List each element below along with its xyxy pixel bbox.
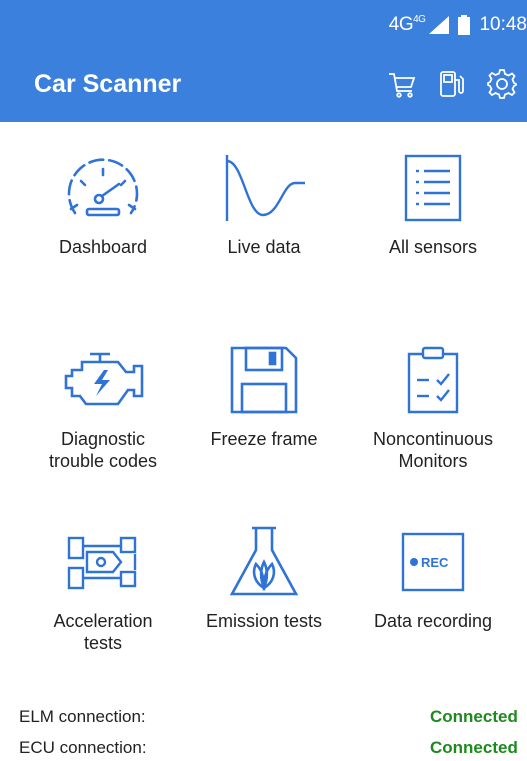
menu-item-label: Live data <box>227 237 301 257</box>
menu-item-acceleration-tests[interactable]: Acceleration tests <box>15 514 191 664</box>
app-title: Car Scanner <box>34 70 182 98</box>
menu-item-data-recording[interactable]: REC Data recording <box>345 514 521 664</box>
elm-connection-status: Connected <box>430 707 518 726</box>
engine-icon <box>64 352 144 406</box>
gear-icon <box>487 69 517 99</box>
ecu-connection-status: Connected <box>430 738 518 757</box>
menu-item-freeze-frame[interactable]: Freeze frame <box>176 332 352 482</box>
menu-item-label: All sensors <box>388 237 478 257</box>
ecu-connection-label: ECU connection: <box>19 738 147 757</box>
app-bar: 4G4G 10:48 Car Scanner <box>0 0 527 122</box>
floppy-disk-icon <box>230 346 298 414</box>
flask-leaf-icon <box>229 526 299 596</box>
app-bar-actions <box>377 62 527 106</box>
rec-text: REC <box>421 555 449 570</box>
clock: 10:48 <box>479 14 527 35</box>
menu-item-label: Freeze frame <box>210 429 318 449</box>
rec-icon: REC <box>401 532 465 592</box>
menu-item-label: Acceleration tests <box>53 611 153 653</box>
cart-icon <box>389 73 416 98</box>
menu-item-emission-tests[interactable]: Emission tests <box>176 514 352 664</box>
speedometer-icon <box>67 158 139 217</box>
settings-button[interactable] <box>477 62 527 106</box>
menu-item-label: Emission tests <box>205 611 323 631</box>
status-bar: 4G4G 10:48 <box>389 10 527 40</box>
shop-button[interactable] <box>377 62 427 106</box>
fuel-pump-icon <box>440 71 464 97</box>
fuel-button[interactable] <box>427 62 477 106</box>
menu-item-label: Noncontinuous Monitors <box>372 429 494 471</box>
signal-icon <box>429 16 450 34</box>
menu-item-label: Data recording <box>373 611 493 631</box>
list-document-icon <box>404 154 462 222</box>
clipboard-check-icon <box>407 346 459 414</box>
menu-item-all-sensors[interactable]: All sensors <box>345 140 521 290</box>
menu-item-noncontinuous-monitors[interactable]: Noncontinuous Monitors <box>345 332 521 482</box>
battery-icon <box>458 15 471 35</box>
network-indicator: 4G4G <box>388 14 426 35</box>
menu-item-live-data[interactable]: Live data <box>176 140 352 290</box>
menu-item-label: Dashboard <box>58 237 148 257</box>
menu-item-dashboard[interactable]: Dashboard <box>15 140 191 290</box>
race-car-icon <box>67 536 137 590</box>
menu-item-dtc[interactable]: Diagnostic trouble codes <box>15 332 191 482</box>
wave-graph-icon <box>225 155 305 221</box>
elm-connection-label: ELM connection: <box>19 707 146 726</box>
menu-item-label: Diagnostic trouble codes <box>48 429 158 471</box>
